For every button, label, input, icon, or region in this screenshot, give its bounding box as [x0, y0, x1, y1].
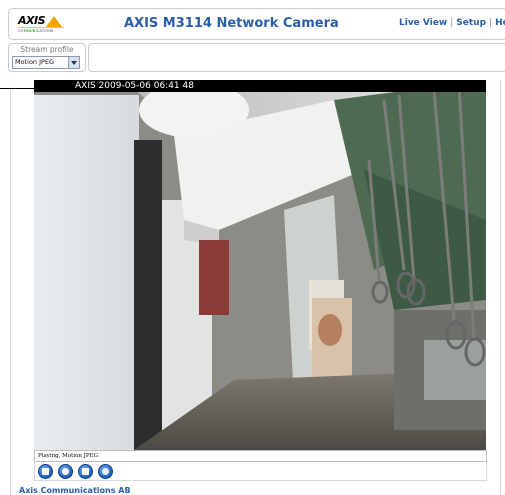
setup-link[interactable]: Setup — [456, 18, 486, 28]
top-nav: Live View|Setup|Help — [399, 18, 505, 28]
video-timestamp: AXIS 2009-05-06 06:41 48 — [75, 81, 194, 91]
axis-logo[interactable]: AXIS COMMUNICATIONS — [18, 14, 64, 36]
nav-separator: | — [450, 18, 454, 28]
stream-profile-select[interactable]: Motion JPEG — [12, 56, 80, 69]
record-glyph — [82, 468, 89, 475]
stop-glyph — [42, 468, 49, 475]
footer-company-link[interactable]: Axis Communications AB — [19, 486, 131, 495]
audio-icon[interactable] — [98, 464, 113, 479]
video-frame — [34, 80, 486, 450]
stream-profile-label: Stream profile — [20, 45, 74, 54]
control-bar — [34, 461, 487, 481]
logo-subtext: COMMUNICATIONS — [18, 29, 54, 33]
logo-triangle-icon — [46, 16, 62, 27]
stream-profile-panel: Stream profile Motion JPEG — [8, 43, 86, 72]
stream-profile-value: Motion JPEG — [15, 58, 55, 66]
record-icon[interactable] — [78, 464, 93, 479]
chevron-down-icon[interactable] — [68, 57, 79, 68]
page-title: AXIS M3114 Network Camera — [124, 16, 339, 31]
header: AXIS COMMUNICATIONS AXIS M3114 Network C… — [8, 8, 505, 40]
left-divider — [10, 87, 11, 495]
snapshot-icon[interactable] — [58, 464, 73, 479]
video-view[interactable]: AXIS 2009-05-06 06:41 48 — [34, 80, 486, 450]
logo-bar — [18, 27, 64, 28]
stop-icon[interactable] — [38, 464, 53, 479]
nav-separator: | — [489, 18, 493, 28]
snapshot-glyph — [62, 468, 69, 475]
logo-word: AXIS — [18, 14, 46, 27]
video-overlay-bar: AXIS 2009-05-06 06:41 48 — [34, 80, 486, 92]
status-text: Playing, Motion JPEG — [38, 453, 98, 459]
live-view-link[interactable]: Live View — [399, 18, 447, 28]
toolbar-panel — [88, 43, 505, 72]
help-link[interactable]: Help — [495, 18, 505, 28]
pointer-line — [0, 88, 34, 89]
audio-glyph — [102, 468, 109, 475]
right-divider — [500, 80, 501, 495]
